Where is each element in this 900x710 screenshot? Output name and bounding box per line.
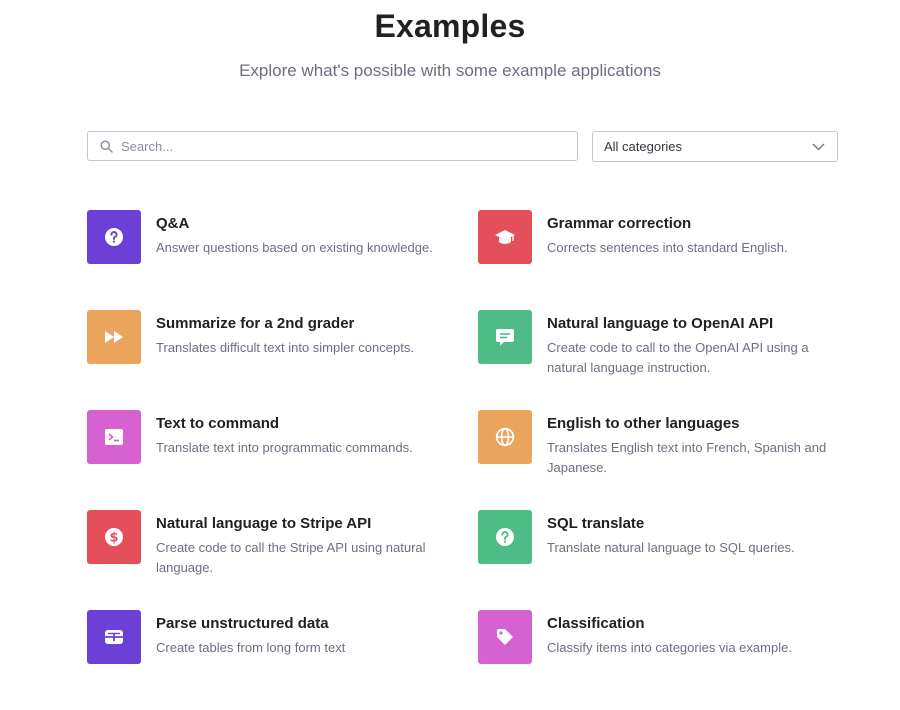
examples-grid: Q&A Answer questions based on existing kn…	[87, 210, 847, 710]
example-title: English to other languages	[547, 415, 740, 432]
example-text: Text to command Translate text into progr…	[156, 410, 413, 458]
tag-icon	[495, 627, 515, 647]
example-card-classification[interactable]: Classification Classify items into catego…	[478, 610, 847, 710]
example-title: Classification	[547, 615, 645, 632]
example-card-english-to-other-languages[interactable]: English to other languages Translates Eng…	[478, 410, 847, 510]
example-icon-tile	[87, 410, 141, 464]
example-icon-tile: $	[87, 510, 141, 564]
example-title: Text to command	[156, 415, 280, 432]
example-icon-tile	[478, 210, 532, 264]
example-card-text-to-command[interactable]: Text to command Translate text into progr…	[87, 410, 478, 510]
example-description: Create code to call to the OpenAI API us…	[547, 340, 809, 375]
example-icon-tile	[478, 510, 532, 564]
example-title: SQL translate	[547, 515, 645, 532]
example-card-natural-language-to-stripe-api[interactable]: $ Natural language to Stripe API Create co…	[87, 510, 478, 610]
example-title: Natural language to OpenAI API	[547, 315, 774, 332]
example-card-grammar-correction[interactable]: Grammar correction Corrects sentences int…	[478, 210, 847, 310]
example-title: Parse unstructured data	[156, 615, 329, 632]
svg-text:$: $	[109, 531, 118, 546]
example-description: Translate natural language to SQL querie…	[547, 540, 795, 555]
example-description: Answer questions based on existing knowl…	[156, 240, 433, 255]
example-title: Q&A	[156, 215, 190, 232]
example-card-natural-language-to-openai-api[interactable]: Natural language to OpenAI API Create cod…	[478, 310, 847, 410]
example-icon-tile	[87, 610, 141, 664]
globe-icon	[495, 427, 515, 447]
example-text: Q&A Answer questions based on existing kn…	[156, 210, 433, 258]
example-description: Translates English text into French, Spa…	[547, 440, 827, 475]
search-input[interactable]	[119, 137, 553, 155]
example-description: Corrects sentences into standard English…	[547, 240, 788, 255]
example-description: Create code to call the Stripe API using…	[156, 540, 426, 575]
terminal-icon	[104, 428, 124, 446]
example-card-summarize-for-a-2nd-grader[interactable]: Summarize for a 2nd grader Translates dif…	[87, 310, 478, 410]
example-icon-tile	[478, 410, 532, 464]
examples-page: Examples Explore what's possible with so…	[0, 0, 900, 680]
search-icon	[100, 139, 113, 153]
example-text: SQL translate Translate natural language …	[547, 510, 795, 558]
example-card-q-a[interactable]: Q&A Answer questions based on existing kn…	[87, 210, 478, 310]
category-select[interactable]: All categories	[592, 131, 838, 162]
example-description: Create tables from long form text	[156, 640, 346, 655]
example-text: Natural language to OpenAI API Create cod…	[547, 310, 842, 378]
example-description: Classify items into categories via examp…	[547, 640, 792, 655]
example-text: Summarize for a 2nd grader Translates dif…	[156, 310, 414, 358]
page-subtitle: Explore what's possible with some exampl…	[239, 61, 661, 80]
example-text: Parse unstructured data Create tables fro…	[156, 610, 345, 658]
example-description: Translate text into programmatic command…	[156, 440, 413, 455]
chat-icon	[495, 327, 515, 347]
dollar-icon: $	[104, 527, 124, 547]
example-icon-tile	[478, 310, 532, 364]
example-text: Natural language to Stripe API Create cod…	[156, 510, 451, 578]
example-title: Natural language to Stripe API	[156, 515, 372, 532]
chevron-down-icon	[812, 143, 825, 150]
search-box[interactable]	[87, 131, 578, 161]
example-icon-tile	[87, 210, 141, 264]
example-title: Summarize for a 2nd grader	[156, 315, 355, 332]
fast-forward-icon	[104, 329, 124, 345]
page-title: Examples	[374, 8, 526, 44]
category-select-value: All categories	[604, 139, 683, 154]
example-card-sql-translate[interactable]: SQL translate Translate natural language …	[478, 510, 847, 610]
example-text: Grammar correction Corrects sentences int…	[547, 210, 788, 258]
example-card-parse-unstructured-data[interactable]: Parse unstructured data Create tables fro…	[87, 610, 478, 710]
example-text: English to other languages Translates Eng…	[547, 410, 842, 478]
question-icon	[104, 227, 124, 247]
example-text: Classification Classify items into catego…	[547, 610, 792, 658]
table-icon	[104, 629, 124, 645]
example-icon-tile	[87, 310, 141, 364]
example-title: Grammar correction	[547, 215, 692, 232]
graduation-cap-icon	[494, 227, 516, 247]
question-icon	[495, 527, 515, 547]
example-icon-tile	[478, 610, 532, 664]
example-description: Translates difficult text into simpler c…	[156, 340, 414, 355]
